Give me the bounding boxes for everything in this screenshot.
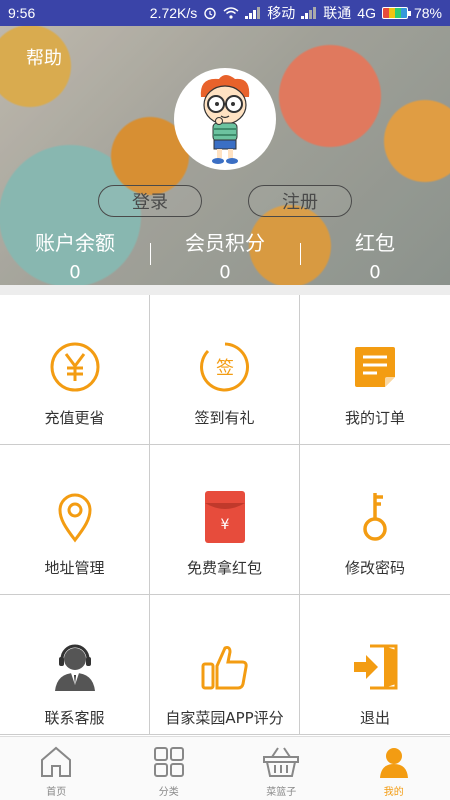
network-speed: 2.72K/s — [149, 5, 198, 21]
signal-icon-2 — [301, 7, 317, 19]
menu-label: 退出 — [359, 709, 390, 727]
carrier-2: 联通 — [323, 5, 352, 21]
tab-category[interactable]: 分类 — [113, 737, 226, 800]
sign-in-icon: 签 — [199, 342, 249, 392]
help-link[interactable]: 帮助 — [26, 44, 62, 70]
tab-mine[interactable]: 我的 — [338, 737, 450, 800]
tab-label: 菜篮子 — [266, 787, 297, 798]
menu-label: 地址管理 — [44, 559, 105, 577]
stat-value: 0 — [219, 262, 231, 283]
stat-points[interactable]: 会员积分 0 — [150, 225, 300, 285]
tab-label: 首页 — [46, 787, 67, 798]
yuan-coin-icon — [50, 342, 99, 392]
tab-label: 我的 — [383, 787, 404, 798]
wifi-icon — [223, 7, 239, 19]
home-icon — [41, 746, 72, 777]
menu-grid: 充值更省 签 签到有礼 我的订单 地址管理 ¥ 免费拿红包 修改密码 联系客服 … — [0, 295, 450, 735]
alarm-icon — [204, 7, 216, 20]
network-type: 4G — [357, 5, 376, 21]
bottom-tab-bar: 首页 分类 菜篮子 我的 — [0, 736, 450, 800]
status-time: 9:56 — [8, 5, 36, 21]
account-stats: 账户余额 0 会员积分 0 红包 0 — [0, 225, 450, 285]
menu-label: 修改密码 — [344, 559, 405, 577]
profile-header: 帮助 登录 注册 账户余额 0 会员积分 0 红包 0 — [0, 26, 450, 285]
menu-recharge[interactable]: 充值更省 — [0, 295, 150, 445]
stat-label: 账户余额 — [35, 231, 115, 255]
stat-label: 会员积分 — [185, 231, 265, 255]
tab-home[interactable]: 首页 — [0, 737, 113, 800]
stat-value: 0 — [69, 262, 81, 283]
user-icon — [379, 748, 408, 778]
menu-label: 我的订单 — [344, 409, 405, 427]
menu-orders[interactable]: 我的订单 — [300, 295, 450, 445]
svg-text:签: 签 — [216, 358, 234, 379]
menu-label: 签到有礼 — [194, 409, 255, 427]
section-divider — [0, 285, 450, 295]
menu-logout[interactable]: 退出 — [300, 595, 450, 735]
cartoon-boy-avatar-icon — [200, 75, 250, 164]
menu-customer-service[interactable]: 联系客服 — [0, 595, 150, 735]
menu-label: 自家菜园APP评分 — [165, 709, 284, 727]
stat-balance[interactable]: 账户余额 0 — [0, 225, 150, 285]
carrier-1: 移动 — [267, 5, 296, 21]
menu-app-rating[interactable]: 自家菜园APP评分 — [150, 595, 300, 735]
register-button[interactable]: 注册 — [248, 185, 352, 217]
menu-label: 免费拿红包 — [186, 559, 262, 577]
logout-icon — [354, 644, 398, 690]
basket-icon — [263, 747, 300, 777]
tab-label: 分类 — [158, 787, 179, 798]
location-pin-icon — [57, 493, 92, 543]
menu-change-password[interactable]: 修改密码 — [300, 445, 450, 595]
signal-icon — [245, 7, 261, 19]
tab-basket[interactable]: 菜篮子 — [225, 737, 338, 800]
battery-icon — [381, 7, 411, 19]
battery-level: 78% — [413, 5, 442, 21]
svg-text:¥: ¥ — [220, 517, 229, 533]
customer-service-icon — [54, 644, 95, 691]
menu-free-red-packet[interactable]: ¥ 免费拿红包 — [150, 445, 300, 595]
status-bar: 9:56 2.72K/s 移动 联通 4G 78% — [0, 0, 450, 26]
order-list-icon — [355, 347, 395, 387]
thumbs-up-icon — [201, 646, 248, 690]
stat-label: 红包 — [355, 231, 395, 255]
stat-value: 0 — [369, 262, 381, 283]
avatar[interactable] — [174, 68, 276, 170]
category-grid-icon — [153, 747, 184, 777]
menu-label: 联系客服 — [44, 709, 105, 727]
red-envelope-icon: ¥ — [204, 491, 245, 543]
menu-label: 充值更省 — [44, 409, 105, 427]
login-button[interactable]: 登录 — [98, 185, 202, 217]
menu-address[interactable]: 地址管理 — [0, 445, 150, 595]
stat-red-packet[interactable]: 红包 0 — [300, 225, 450, 285]
key-icon — [363, 493, 387, 541]
menu-sign-in[interactable]: 签 签到有礼 — [150, 295, 300, 445]
